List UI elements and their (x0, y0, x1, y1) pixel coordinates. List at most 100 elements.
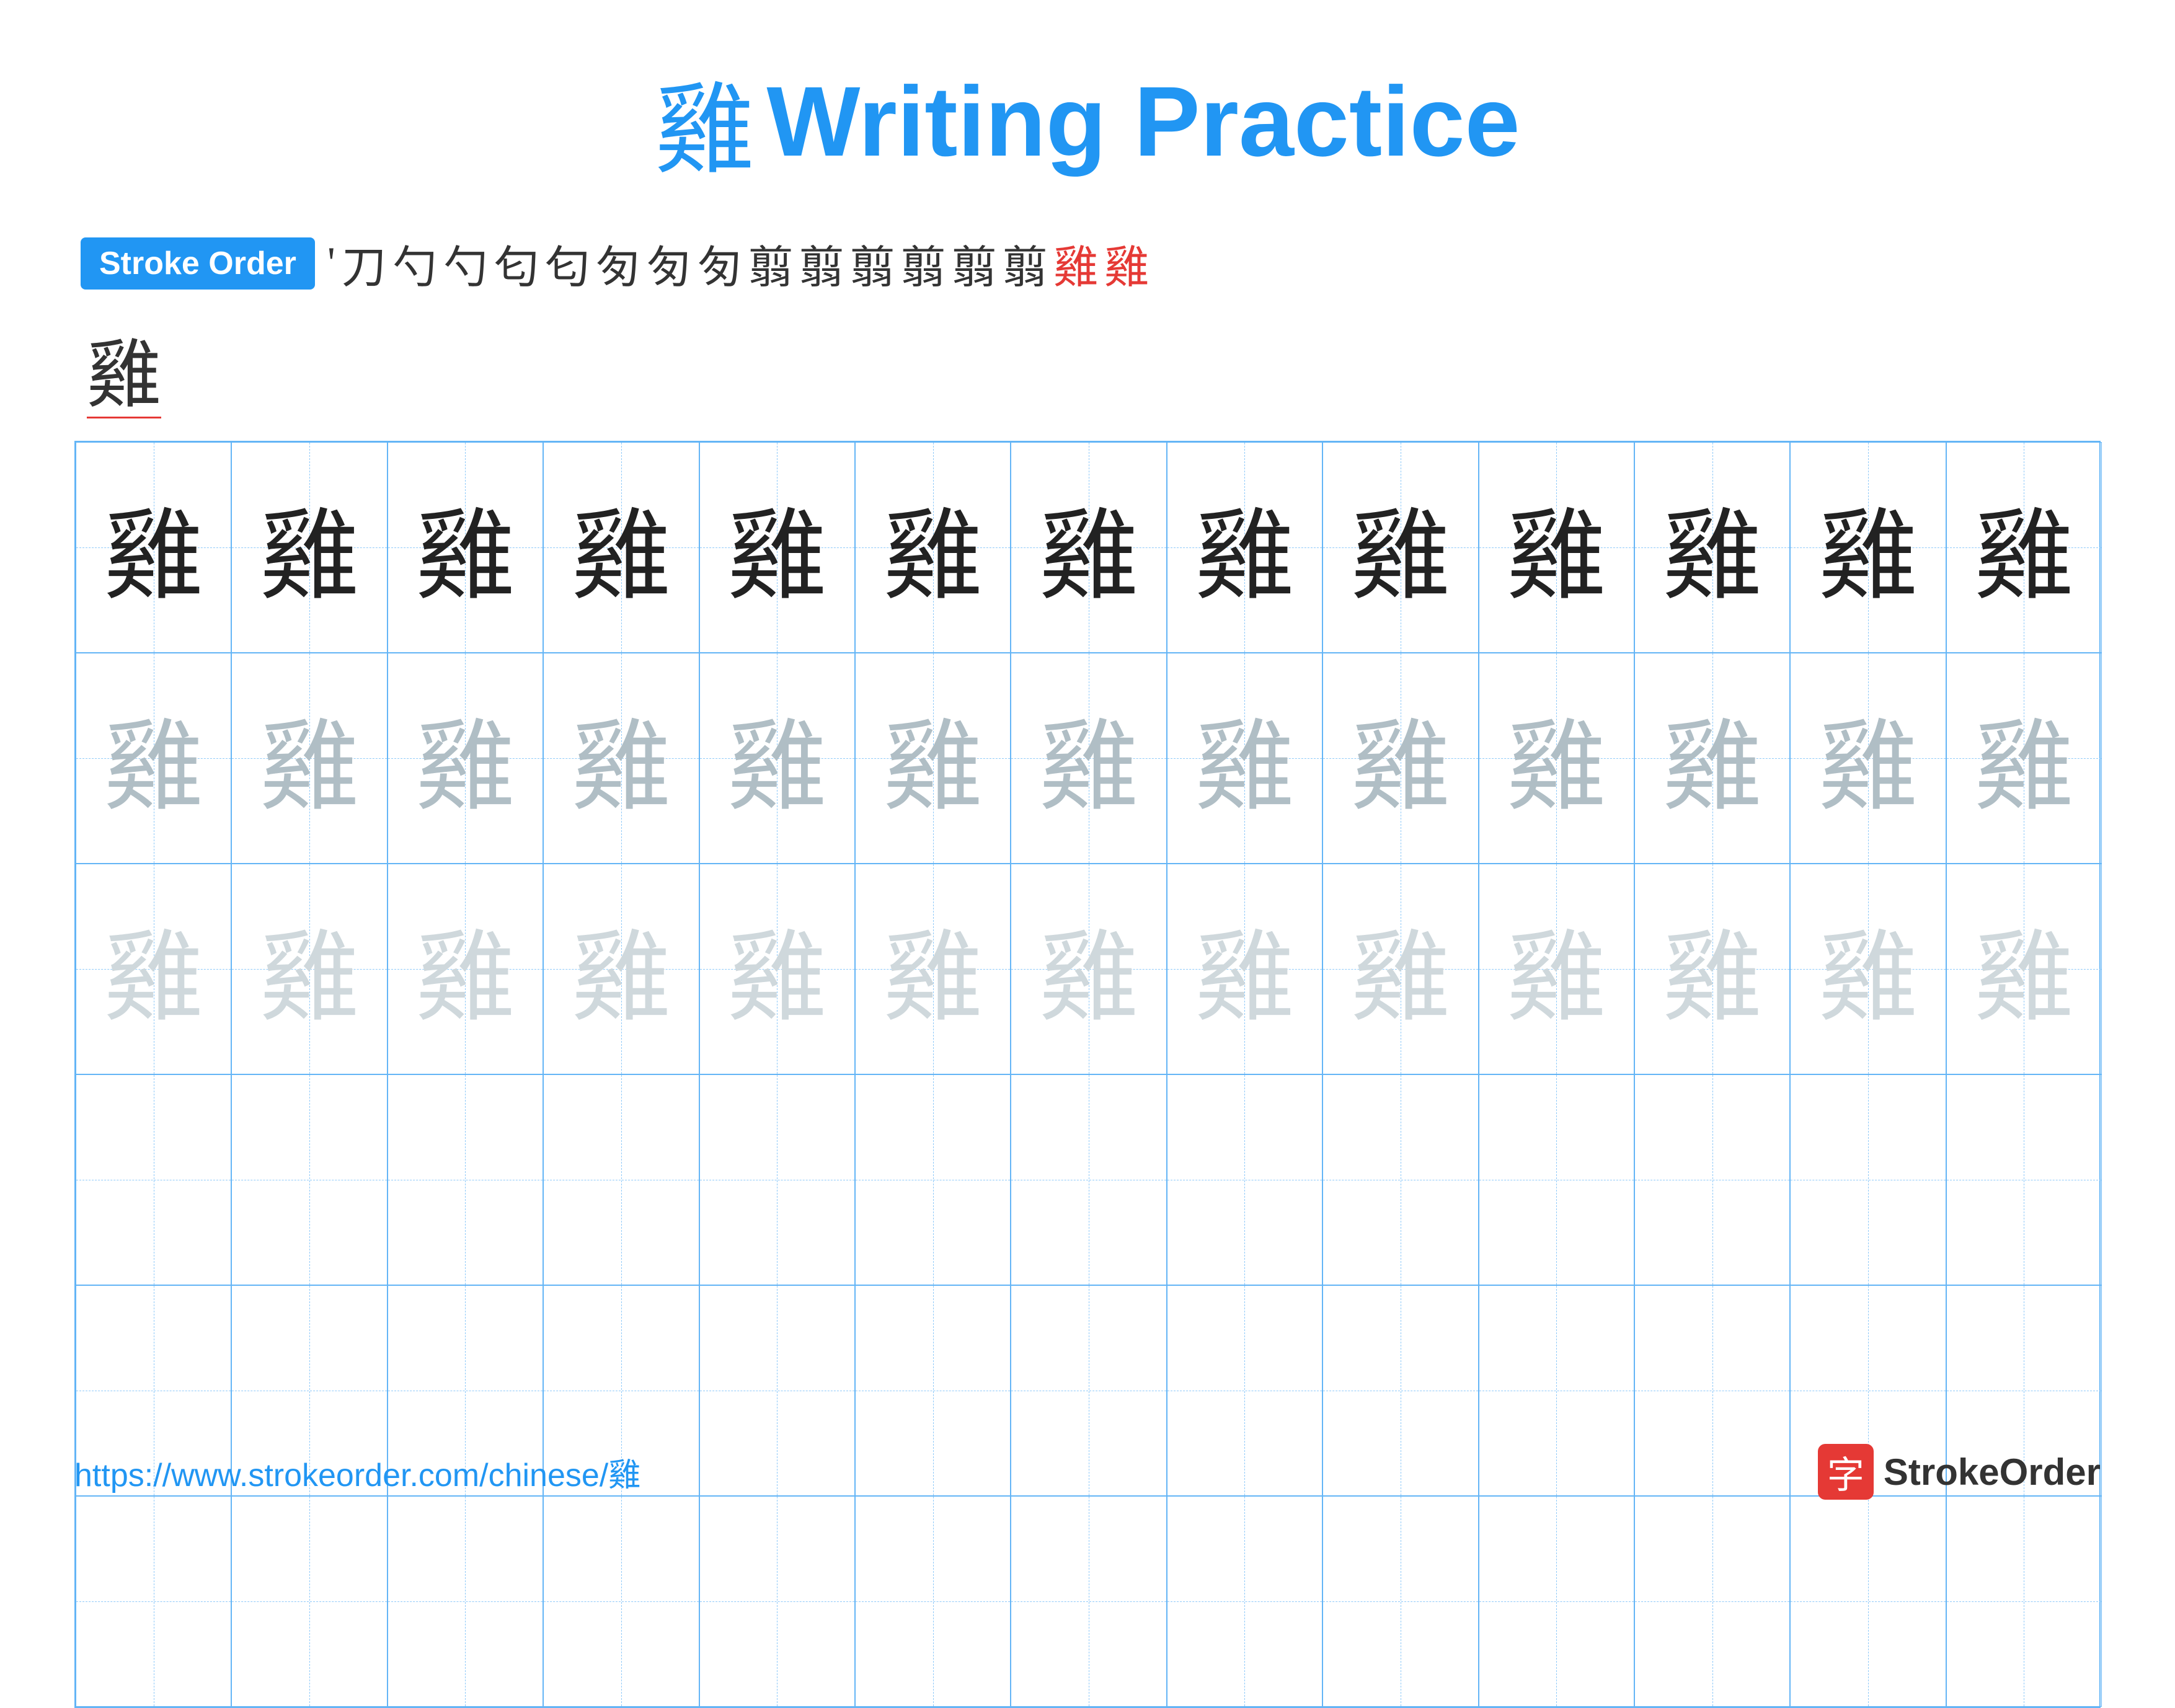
grid-cell[interactable]: 雞 (543, 442, 699, 653)
grid-cell[interactable] (1479, 1496, 1634, 1707)
grid-cell[interactable]: 雞 (231, 864, 387, 1074)
grid-cell[interactable]: 雞 (1167, 442, 1322, 653)
page: 雞 Writing Practice Stroke Order ' 刀 勺 勺 … (0, 0, 2175, 1537)
practice-char: 雞 (1039, 897, 1138, 1041)
grid-cell[interactable]: 雞 (543, 653, 699, 864)
grid-cell[interactable]: 雞 (1322, 864, 1478, 1074)
grid-cell[interactable] (76, 1496, 231, 1707)
grid-cell[interactable]: 雞 (699, 442, 855, 653)
practice-char: 雞 (1195, 897, 1294, 1041)
grid-cell[interactable] (855, 1074, 1011, 1285)
practice-char: 雞 (1195, 686, 1294, 830)
grid-cell[interactable]: 雞 (1634, 653, 1790, 864)
grid-cell[interactable]: 雞 (1011, 653, 1166, 864)
practice-char: 雞 (727, 476, 826, 619)
practice-char: 雞 (1351, 686, 1450, 830)
grid-cell[interactable]: 雞 (1167, 864, 1322, 1074)
practice-char: 雞 (104, 686, 203, 830)
grid-cell[interactable] (699, 1496, 855, 1707)
stroke-11: 翦 (799, 231, 844, 296)
grid-cell[interactable]: 雞 (1479, 442, 1634, 653)
stroke-10: 翦 (748, 231, 793, 296)
title-area: 雞 Writing Practice (655, 50, 1520, 193)
grid-cell[interactable]: 雞 (543, 864, 699, 1074)
grid-cell[interactable] (388, 1074, 543, 1285)
grid-cell[interactable]: 雞 (1479, 653, 1634, 864)
grid-cell[interactable] (1946, 1496, 2102, 1707)
grid-cell[interactable] (1479, 1074, 1634, 1285)
grid-cell[interactable]: 雞 (855, 864, 1011, 1074)
grid-cell[interactable] (1946, 1074, 2102, 1285)
grid-cell[interactable]: 雞 (1946, 864, 2102, 1074)
grid-cell[interactable]: 雞 (1790, 653, 1946, 864)
practice-char: 雞 (727, 897, 826, 1041)
stroke-8: 匇 (647, 231, 691, 296)
grid-cell[interactable] (1011, 1074, 1166, 1285)
grid-cell[interactable] (1634, 1074, 1790, 1285)
grid-cell[interactable]: 雞 (855, 442, 1011, 653)
practice-char: 雞 (572, 897, 671, 1041)
grid-cell[interactable]: 雞 (855, 653, 1011, 864)
grid-cell[interactable] (1322, 1074, 1478, 1285)
grid-cell[interactable]: 雞 (1167, 653, 1322, 864)
grid-cell[interactable]: 雞 (1946, 442, 2102, 653)
grid-cell[interactable]: 雞 (1479, 864, 1634, 1074)
grid-cell[interactable]: 雞 (76, 442, 231, 653)
reference-char-area: 雞 (74, 314, 2101, 422)
grid-cell[interactable] (1790, 1074, 1946, 1285)
grid-cell[interactable] (76, 1074, 231, 1285)
grid-cell[interactable]: 雞 (76, 653, 231, 864)
grid-cell[interactable]: 雞 (1790, 864, 1946, 1074)
stroke-1: ' (327, 237, 335, 289)
grid-cell[interactable] (543, 1496, 699, 1707)
practice-char: 雞 (1974, 686, 2073, 830)
stroke-12: 翦 (850, 231, 895, 296)
grid-cell[interactable]: 雞 (1790, 442, 1946, 653)
grid-cell[interactable] (543, 1074, 699, 1285)
practice-char: 雞 (104, 897, 203, 1041)
practice-char: 雞 (415, 686, 515, 830)
grid-cell[interactable]: 雞 (1322, 653, 1478, 864)
grid-cell[interactable] (1790, 1496, 1946, 1707)
grid-cell[interactable] (1322, 1496, 1478, 1707)
grid-cell[interactable]: 雞 (1011, 442, 1166, 653)
grid-cell[interactable]: 雞 (1011, 864, 1166, 1074)
footer-url[interactable]: https://www.strokeorder.com/chinese/雞 (74, 1449, 640, 1495)
grid-cell[interactable] (1634, 1496, 1790, 1707)
practice-char: 雞 (260, 686, 359, 830)
grid-cell[interactable]: 雞 (1946, 653, 2102, 864)
practice-char: 雞 (1818, 686, 1918, 830)
grid-cell[interactable] (1167, 1074, 1322, 1285)
practice-char: 雞 (884, 686, 983, 830)
practice-char: 雞 (1507, 686, 1606, 830)
practice-char: 雞 (884, 476, 983, 619)
grid-cell[interactable]: 雞 (76, 864, 231, 1074)
practice-char: 雞 (1663, 897, 1762, 1041)
practice-char: 雞 (1663, 476, 1762, 619)
grid-cell[interactable] (388, 1496, 543, 1707)
grid-cell[interactable]: 雞 (699, 864, 855, 1074)
grid-cell[interactable] (1167, 1496, 1322, 1707)
practice-char: 雞 (1507, 897, 1606, 1041)
grid-cell[interactable]: 雞 (1634, 864, 1790, 1074)
grid-cell[interactable] (231, 1496, 387, 1707)
stroke-15: 翦 (1003, 231, 1047, 296)
grid-cell[interactable] (231, 1074, 387, 1285)
footer-brand: 字 StrokeOrder (1818, 1444, 2101, 1500)
grid-cell[interactable]: 雞 (388, 442, 543, 653)
stroke-2: 刀 (342, 231, 386, 296)
grid-cell[interactable]: 雞 (388, 653, 543, 864)
practice-char: 雞 (1818, 897, 1918, 1041)
grid-cell[interactable]: 雞 (1634, 442, 1790, 653)
grid-cell[interactable]: 雞 (1322, 442, 1478, 653)
footer: https://www.strokeorder.com/chinese/雞 字 … (74, 1444, 2101, 1500)
grid-cell[interactable] (699, 1074, 855, 1285)
grid-cell[interactable]: 雞 (231, 653, 387, 864)
grid-cell[interactable]: 雞 (699, 653, 855, 864)
grid-cell[interactable]: 雞 (231, 442, 387, 653)
practice-char: 雞 (1351, 897, 1450, 1041)
grid-cell[interactable]: 雞 (388, 864, 543, 1074)
grid-cell[interactable] (855, 1496, 1011, 1707)
practice-char: 雞 (1974, 897, 2073, 1041)
grid-cell[interactable] (1011, 1496, 1166, 1707)
